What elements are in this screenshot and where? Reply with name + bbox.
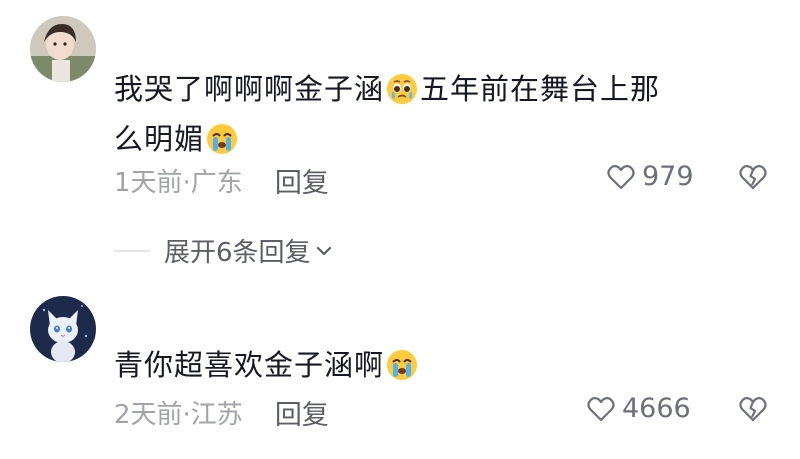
- comment-location: ·江苏: [182, 400, 243, 430]
- like-count: 4666: [622, 393, 691, 424]
- avatar[interactable]: [30, 296, 96, 362]
- comment-text-part: 五年前在舞台上那: [420, 72, 661, 106]
- like-count: 979: [642, 161, 694, 192]
- expand-replies-label: 展开6条回复: [164, 238, 311, 268]
- comment-text-part: 么明媚: [114, 122, 205, 156]
- divider-line: [114, 249, 150, 252]
- like-button[interactable]: 979: [606, 161, 694, 192]
- like-button[interactable]: 4666: [586, 393, 691, 424]
- broken-heart-icon: [739, 397, 767, 422]
- comment-text-part: 青你超喜欢金子涵啊: [114, 348, 385, 382]
- heart-outline-icon: [607, 164, 635, 189]
- comment-time: 2天前: [114, 400, 183, 430]
- avatar[interactable]: [30, 16, 96, 82]
- comment-text: 青你超喜欢金子涵啊: [114, 340, 420, 390]
- loudly-crying-emoji: [206, 120, 238, 154]
- dislike-button[interactable]: [738, 163, 768, 195]
- chevron-down-icon: [316, 246, 331, 255]
- broken-heart-icon: [739, 165, 767, 190]
- comment-text: 我哭了啊啊啊金子涵 五年前在舞台上那 么明媚: [114, 64, 660, 164]
- expand-replies-button[interactable]: 展开6条回复: [114, 232, 333, 269]
- comment-meta: 1天前 ·广东 回复: [114, 161, 329, 200]
- reply-button[interactable]: 回复: [275, 161, 329, 200]
- comment-meta: 2天前 ·江苏 回复: [114, 393, 329, 432]
- comment-text-part: 我哭了啊啊啊金子涵: [114, 72, 385, 106]
- dislike-button[interactable]: [738, 395, 768, 427]
- loudly-crying-emoji: [386, 346, 418, 380]
- heart-outline-icon: [587, 396, 615, 421]
- reply-button[interactable]: 回复: [275, 393, 329, 432]
- pleading-face-emoji: [386, 70, 418, 104]
- comment-time: 1天前: [114, 168, 183, 198]
- comment-location: ·广东: [182, 168, 243, 198]
